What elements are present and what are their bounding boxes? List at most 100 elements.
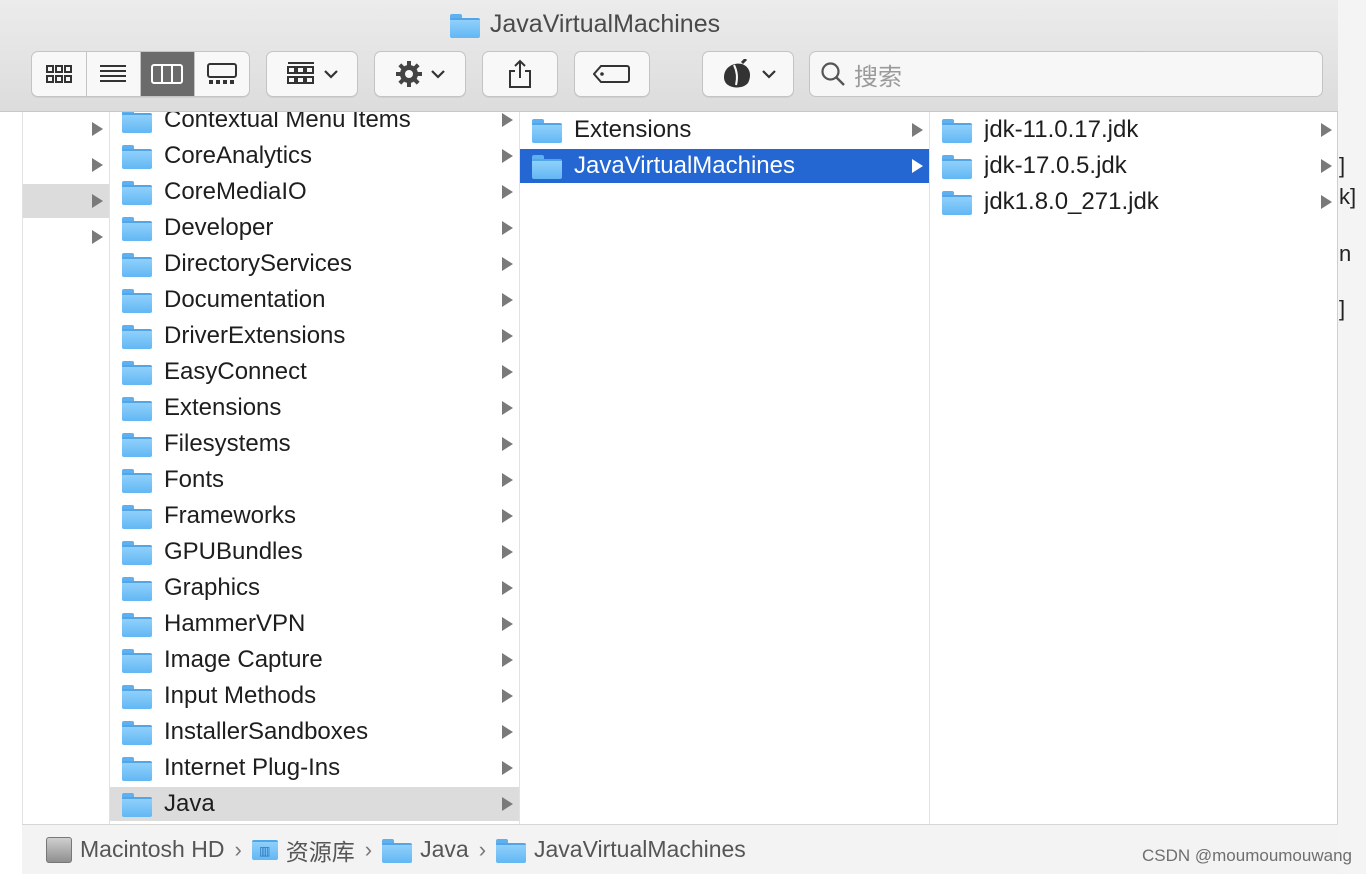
disclosure-arrow-icon (502, 185, 513, 199)
folder-item-java[interactable]: Java (110, 787, 519, 821)
extension-button[interactable] (702, 51, 794, 97)
disclosure-arrow-icon (912, 123, 923, 137)
list-view-button[interactable] (87, 52, 141, 96)
folder-item-developer[interactable]: Developer (110, 211, 519, 245)
folder-icon (122, 325, 152, 349)
folder-icon (122, 289, 152, 313)
columns-icon (151, 64, 183, 84)
tag-icon (593, 65, 630, 83)
disclosure-arrow-icon (502, 725, 513, 739)
folder-item-frameworks[interactable]: Frameworks (110, 499, 519, 533)
folder-item-image-capture[interactable]: Image Capture (110, 643, 519, 677)
folder-item-extensions[interactable]: Extensions (110, 391, 519, 425)
list-item[interactable] (23, 148, 109, 182)
column-javavirtualmachines: jdk-11.0.17.jdk jdk-17.0.5.jdk jdk1.8.0_… (930, 112, 1338, 824)
gallery-icon (206, 63, 237, 84)
group-by-button[interactable] (266, 51, 358, 97)
disclosure-arrow-icon (502, 689, 513, 703)
disclosure-arrow-icon (502, 113, 513, 127)
folder-item-fonts[interactable]: Fonts (110, 463, 519, 497)
folder-item-extensions[interactable]: Extensions (520, 113, 929, 147)
disclosure-arrow-icon (502, 797, 513, 811)
folder-item-coremediaio[interactable]: CoreMediaIO (110, 175, 519, 209)
folder-item-installersandboxes[interactable]: InstallerSandboxes (110, 715, 519, 749)
view-mode-control (31, 51, 250, 97)
search-icon (821, 62, 845, 86)
action-menu-button[interactable] (374, 51, 466, 97)
icon-view-button[interactable] (33, 52, 87, 96)
folder-icon (942, 119, 972, 143)
folder-item-hammervpn[interactable]: HammerVPN (110, 607, 519, 641)
list-item[interactable] (23, 220, 109, 254)
folder-icon (122, 685, 152, 709)
folder-icon (122, 505, 152, 529)
disclosure-arrow-icon (92, 194, 103, 208)
window-title: JavaVirtualMachines (0, 10, 1170, 39)
folder-icon (122, 253, 152, 277)
list-item[interactable] (23, 184, 109, 218)
column-browser: Contextual Menu Items CoreAnalytics Core… (0, 112, 1338, 824)
disclosure-arrow-icon (92, 158, 103, 172)
folder-item-driverextensions[interactable]: DriverExtensions (110, 319, 519, 353)
disclosure-arrow-icon (502, 293, 513, 307)
folder-icon (122, 469, 152, 493)
column-java: Extensions JavaVirtualMachines (520, 112, 930, 824)
gear-icon (396, 61, 422, 87)
folder-icon (122, 649, 152, 673)
disclosure-arrow-icon (502, 329, 513, 343)
folder-icon (122, 577, 152, 601)
folder-item-javavirtualmachines[interactable]: JavaVirtualMachines (520, 149, 929, 183)
folder-item-gpubundles[interactable]: GPUBundles (110, 535, 519, 569)
folder-item-directoryservices[interactable]: DirectoryServices (110, 247, 519, 281)
disclosure-arrow-icon (1321, 195, 1332, 209)
folder-item-contextual-menu-items[interactable]: Contextual Menu Items (110, 112, 519, 137)
folder-icon (122, 433, 152, 457)
folder-item-internet-plug-ins[interactable]: Internet Plug-Ins (110, 751, 519, 785)
folder-item-easyconnect[interactable]: EasyConnect (110, 355, 519, 389)
disclosure-arrow-icon (1321, 123, 1332, 137)
folder-icon (122, 613, 152, 637)
folder-icon (122, 112, 152, 133)
disclosure-arrow-icon (502, 221, 513, 235)
folder-item-input-methods[interactable]: Input Methods (110, 679, 519, 713)
title-bar: JavaVirtualMachines 搜索 (0, 0, 1338, 112)
gallery-view-button[interactable] (195, 52, 249, 96)
folder-item-coreanalytics[interactable]: CoreAnalytics (110, 139, 519, 173)
folder-item-jdk-11[interactable]: jdk-11.0.17.jdk (930, 113, 1338, 147)
disclosure-arrow-icon (502, 149, 513, 163)
disclosure-arrow-icon (1321, 159, 1332, 173)
finder-window: JavaVirtualMachines 搜索 Contextual Menu I… (0, 0, 1338, 874)
disclosure-arrow-icon (502, 473, 513, 487)
path-item-javavirtualmachines[interactable]: JavaVirtualMachines (496, 836, 746, 863)
column-library: Contextual Menu Items CoreAnalytics Core… (110, 112, 520, 824)
search-field[interactable]: 搜索 (809, 51, 1323, 97)
folder-icon (942, 191, 972, 215)
hard-drive-icon (46, 836, 72, 863)
acorn-icon (724, 59, 750, 88)
folder-item-documentation[interactable]: Documentation (110, 283, 519, 317)
share-button[interactable] (482, 51, 558, 97)
chevron-down-icon (324, 70, 338, 79)
path-item-library[interactable]: ▥ 资源库 (251, 833, 355, 867)
window-title-text: JavaVirtualMachines (489, 10, 721, 38)
grid-icon (46, 65, 72, 83)
folder-icon (496, 838, 527, 863)
folder-item-filesystems[interactable]: Filesystems (110, 427, 519, 461)
column-view-button[interactable] (140, 52, 195, 96)
folder-icon (122, 217, 152, 241)
folder-item-graphics[interactable]: Graphics (110, 571, 519, 605)
folder-icon (122, 361, 152, 385)
folder-item-jdk-17[interactable]: jdk-17.0.5.jdk (930, 149, 1338, 183)
path-item-java[interactable]: Java (382, 836, 469, 863)
folder-icon (532, 119, 562, 143)
disclosure-arrow-icon (502, 545, 513, 559)
edge-fragment: ] (1339, 153, 1346, 178)
folder-icon (122, 397, 152, 421)
tags-button[interactable] (574, 51, 650, 97)
path-item-macintosh-hd[interactable]: Macintosh HD (46, 836, 224, 863)
folder-icon (122, 181, 152, 205)
folder-icon (532, 155, 562, 179)
folder-item-jdk-1-8[interactable]: jdk1.8.0_271.jdk (930, 185, 1338, 219)
chevron-right-icon: › (478, 836, 487, 862)
list-item[interactable] (23, 112, 109, 146)
